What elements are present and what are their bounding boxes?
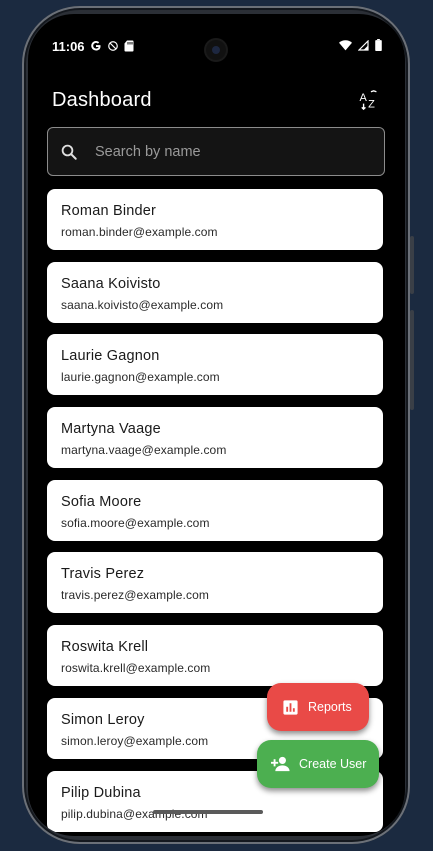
user-email: laurie.gagnon@example.com (61, 370, 220, 385)
user-email: martyna.vaage@example.com (61, 443, 227, 458)
google-icon (90, 40, 102, 52)
user-card[interactable]: Roswita Krell roswita.krell@example.com (47, 625, 383, 687)
svg-text:Z: Z (368, 98, 375, 110)
battery-icon (375, 38, 382, 54)
user-name: Travis Perez (61, 566, 145, 583)
sdcard-icon (124, 40, 134, 52)
user-name: Saana Koivisto (61, 275, 161, 292)
reports-label: Reports (308, 700, 352, 714)
create-user-button[interactable]: Create User (257, 740, 379, 788)
user-email: roman.binder@example.com (61, 225, 218, 239)
user-card[interactable]: Travis Perez travis.perez@example.com (47, 552, 383, 614)
bar-chart-icon (282, 699, 299, 716)
user-card[interactable]: Saana Koivisto saana.koivisto@example.co… (47, 261, 383, 323)
user-name: Roswita Krell (61, 639, 149, 656)
power-button (410, 236, 414, 294)
app-bar: Dashboard A Z (52, 80, 382, 120)
home-indicator[interactable] (153, 810, 263, 814)
search-icon (59, 142, 79, 162)
person-add-icon (271, 756, 291, 772)
dnd-icon (107, 40, 119, 52)
user-card[interactable]: Martyna Vaage martyna.vaage@example.com (47, 407, 383, 469)
user-email: travis.perez@example.com (61, 588, 209, 603)
status-right-icons (339, 38, 382, 54)
wifi-icon (339, 39, 352, 54)
user-email: roswita.krell@example.com (61, 661, 211, 676)
sort-az-icon[interactable]: A Z (358, 88, 382, 112)
search-input[interactable] (93, 142, 357, 161)
user-card[interactable]: Sofia Moore sofia.moore@example.com (47, 479, 383, 541)
user-list: Roman Binder roman.binder@example.com Sa… (47, 189, 385, 836)
search-field[interactable] (47, 127, 385, 176)
user-card[interactable]: Roman Binder roman.binder@example.com (47, 189, 383, 250)
volume-button (410, 310, 414, 410)
user-name: Roman Binder (61, 203, 157, 219)
user-name: Laurie Gagnon (61, 348, 160, 365)
user-name: Martyna Vaage (61, 421, 161, 438)
signal-icon (357, 39, 369, 54)
create-user-label: Create User (299, 757, 367, 771)
user-email: sofia.moore@example.com (61, 515, 210, 530)
user-name: Sofia Moore (61, 493, 142, 510)
user-email: saana.koivisto@example.com (61, 297, 224, 312)
phone-screen: 11:06 Dashboard A Z Search by name Roman… (28, 14, 405, 836)
status-time: 11:06 (52, 38, 85, 54)
user-card[interactable]: Laurie Gagnon laurie.gagnon@example.com (47, 334, 383, 396)
svg-text:A: A (359, 92, 367, 104)
front-camera (206, 40, 226, 60)
reports-button[interactable]: Reports (267, 683, 369, 731)
page-title: Dashboard (52, 88, 152, 111)
